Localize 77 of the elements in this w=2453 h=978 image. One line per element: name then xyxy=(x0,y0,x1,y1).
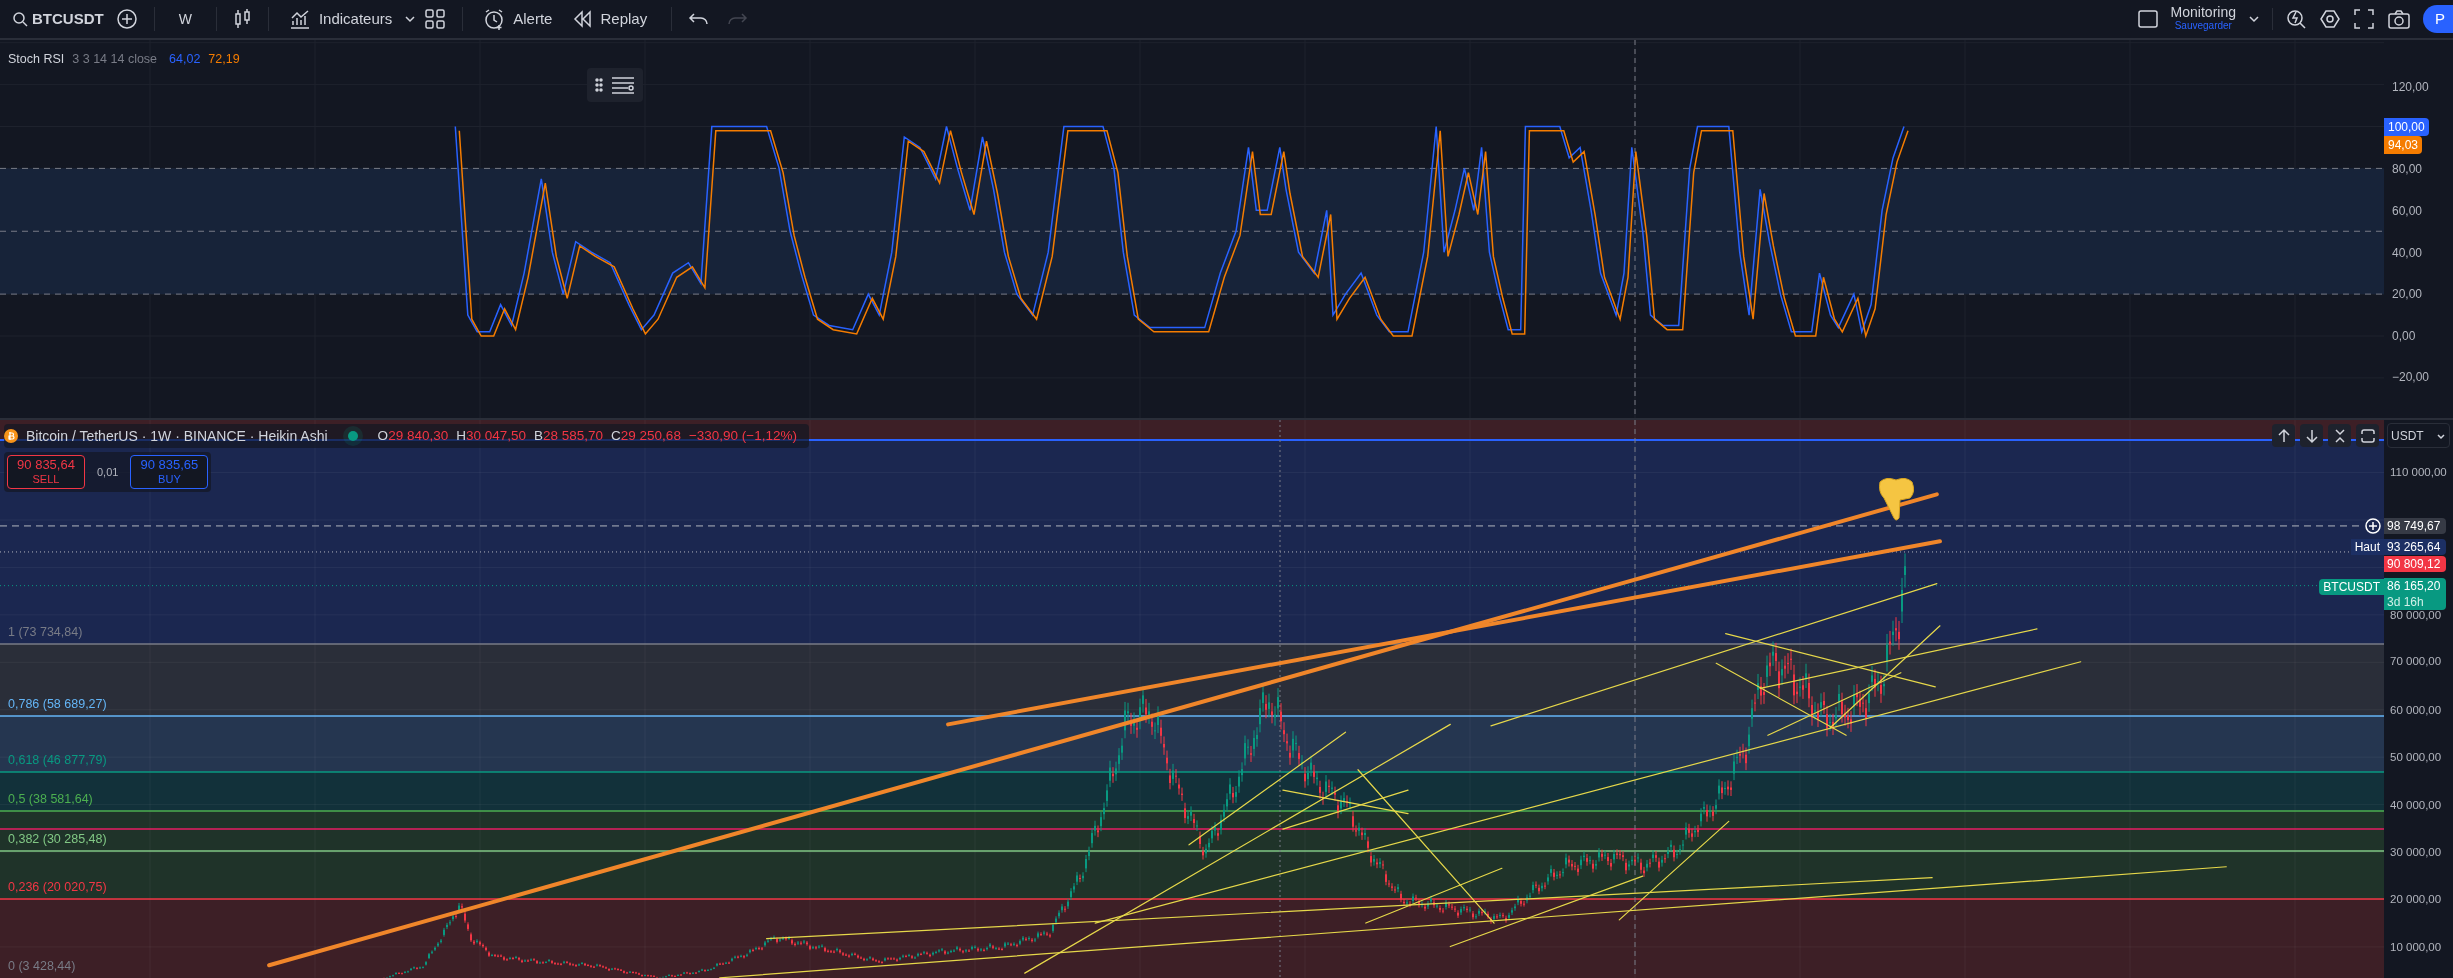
fib-level-label: 0,382 (30 285,48) xyxy=(8,832,107,846)
currency-dropdown[interactable]: USDT xyxy=(2387,423,2450,448)
pane-button[interactable] xyxy=(2272,424,2295,447)
spread-value: 0,01 xyxy=(96,464,120,480)
indicator-params: 3 3 14 14 close xyxy=(72,51,158,68)
change-value: −330,90 (−1,12%) xyxy=(688,426,797,445)
fib-level-label: 1 (73 734,84) xyxy=(8,625,83,639)
fib-level-label: 0,786 (58 689,27) xyxy=(8,697,107,711)
axis-label: 80,00 xyxy=(2392,162,2423,176)
search-icon xyxy=(12,11,28,27)
interval-button[interactable]: W xyxy=(170,8,200,30)
symbol-tag: BTCUSDT xyxy=(2319,579,2384,595)
axis-label: 40,00 xyxy=(2392,246,2423,260)
axis-label: 120,00 xyxy=(2392,80,2429,94)
settings-lines-icon[interactable] xyxy=(611,75,635,95)
rewind-icon xyxy=(572,8,593,30)
ohlc-value: C29 250,68 xyxy=(611,426,681,445)
pane-handle[interactable] xyxy=(587,68,643,102)
price-badge: 93 265,64 xyxy=(2384,539,2446,555)
ohlc-value: O29 840,30 xyxy=(377,426,449,445)
symbol-title: Bitcoin / TetherUS · 1W · BINANCE · Heikin Ashi xyxy=(26,426,328,446)
add-symbol-icon[interactable] xyxy=(115,8,138,30)
axis-label: 20,00 xyxy=(2392,287,2423,301)
drag-dots-icon[interactable] xyxy=(595,78,603,92)
indicators-button[interactable]: Indicateurs xyxy=(284,7,397,31)
settings-icon[interactable] xyxy=(2319,8,2341,30)
price-badge: 98 749,67 xyxy=(2384,518,2446,534)
fib-level-label: 0,618 (46 877,79) xyxy=(8,753,107,767)
value-badge: 94,03 xyxy=(2384,136,2423,154)
axis-label: −20,00 xyxy=(2392,370,2430,384)
ohlc-value: H30 047,50 xyxy=(456,426,526,445)
axis-label: 40 000,00 xyxy=(2390,798,2442,812)
axis-label: 60 000,00 xyxy=(2390,703,2442,717)
candles-icon[interactable] xyxy=(232,8,252,30)
maximize-icon xyxy=(2358,426,2377,445)
axis-label: 80 000,00 xyxy=(2390,608,2442,622)
square-icon[interactable] xyxy=(2136,9,2159,29)
axis-label: 70 000,00 xyxy=(2390,654,2442,668)
indicator-name: Stoch RSI xyxy=(8,51,65,68)
d-value: 72,19 xyxy=(208,51,240,68)
publish-button[interactable]: P xyxy=(2423,5,2453,33)
caret-icon[interactable] xyxy=(404,13,417,25)
axis-label: 110 000,00 xyxy=(2390,465,2447,479)
pane-button[interactable] xyxy=(2356,424,2379,447)
grid-icon[interactable] xyxy=(424,8,447,30)
fib-level-label: 0,236 (20 020,75) xyxy=(8,880,107,894)
caret-icon[interactable] xyxy=(2248,13,2260,25)
value-badge: 100,00 xyxy=(2384,118,2429,136)
add-circle-icon[interactable] xyxy=(2364,517,2382,535)
axis-label: 60,00 xyxy=(2392,204,2423,218)
axis-label: 10 000,00 xyxy=(2390,940,2442,954)
high-tag: Haut xyxy=(2350,539,2384,555)
ohlc-value: B28 585,70 xyxy=(534,426,604,445)
layout-menu-button[interactable]: Monitoring Sauvegarder xyxy=(2170,6,2236,32)
bitcoin-icon xyxy=(4,429,18,443)
symbol-search-button[interactable]: BTCUSDT xyxy=(8,4,108,34)
alarm-clock-icon xyxy=(483,8,506,30)
axis-label: 0,00 xyxy=(2392,329,2416,343)
pane-button[interactable] xyxy=(2300,424,2323,447)
k-value: 64,02 xyxy=(169,51,201,68)
replay-button[interactable]: Replay xyxy=(564,7,656,31)
fullscreen-icon[interactable] xyxy=(2353,8,2375,30)
buy-button[interactable]: 90 835,65 BUY xyxy=(130,455,209,489)
fib-level-label: 0 (3 428,44) xyxy=(8,959,76,973)
axis-label: 20 000,00 xyxy=(2390,892,2442,906)
alert-button[interactable]: Alerte xyxy=(479,7,557,31)
axis-label: 30 000,00 xyxy=(2390,845,2442,859)
lightning-search-icon[interactable] xyxy=(2285,8,2307,30)
pane-button[interactable] xyxy=(2328,424,2351,447)
fib-level-label: 0,5 (38 581,64) xyxy=(8,792,93,806)
pointing-hand-icon xyxy=(1879,477,1915,521)
price-badge: 90 809,12 xyxy=(2384,556,2446,572)
camera-icon[interactable] xyxy=(2387,8,2411,30)
chart-line-icon xyxy=(288,8,311,30)
price-badge: 86 165,20 3d 16h xyxy=(2384,578,2446,610)
axis-label: 50 000,00 xyxy=(2390,750,2442,764)
sell-button[interactable]: 90 835,64 SELL xyxy=(7,455,85,489)
